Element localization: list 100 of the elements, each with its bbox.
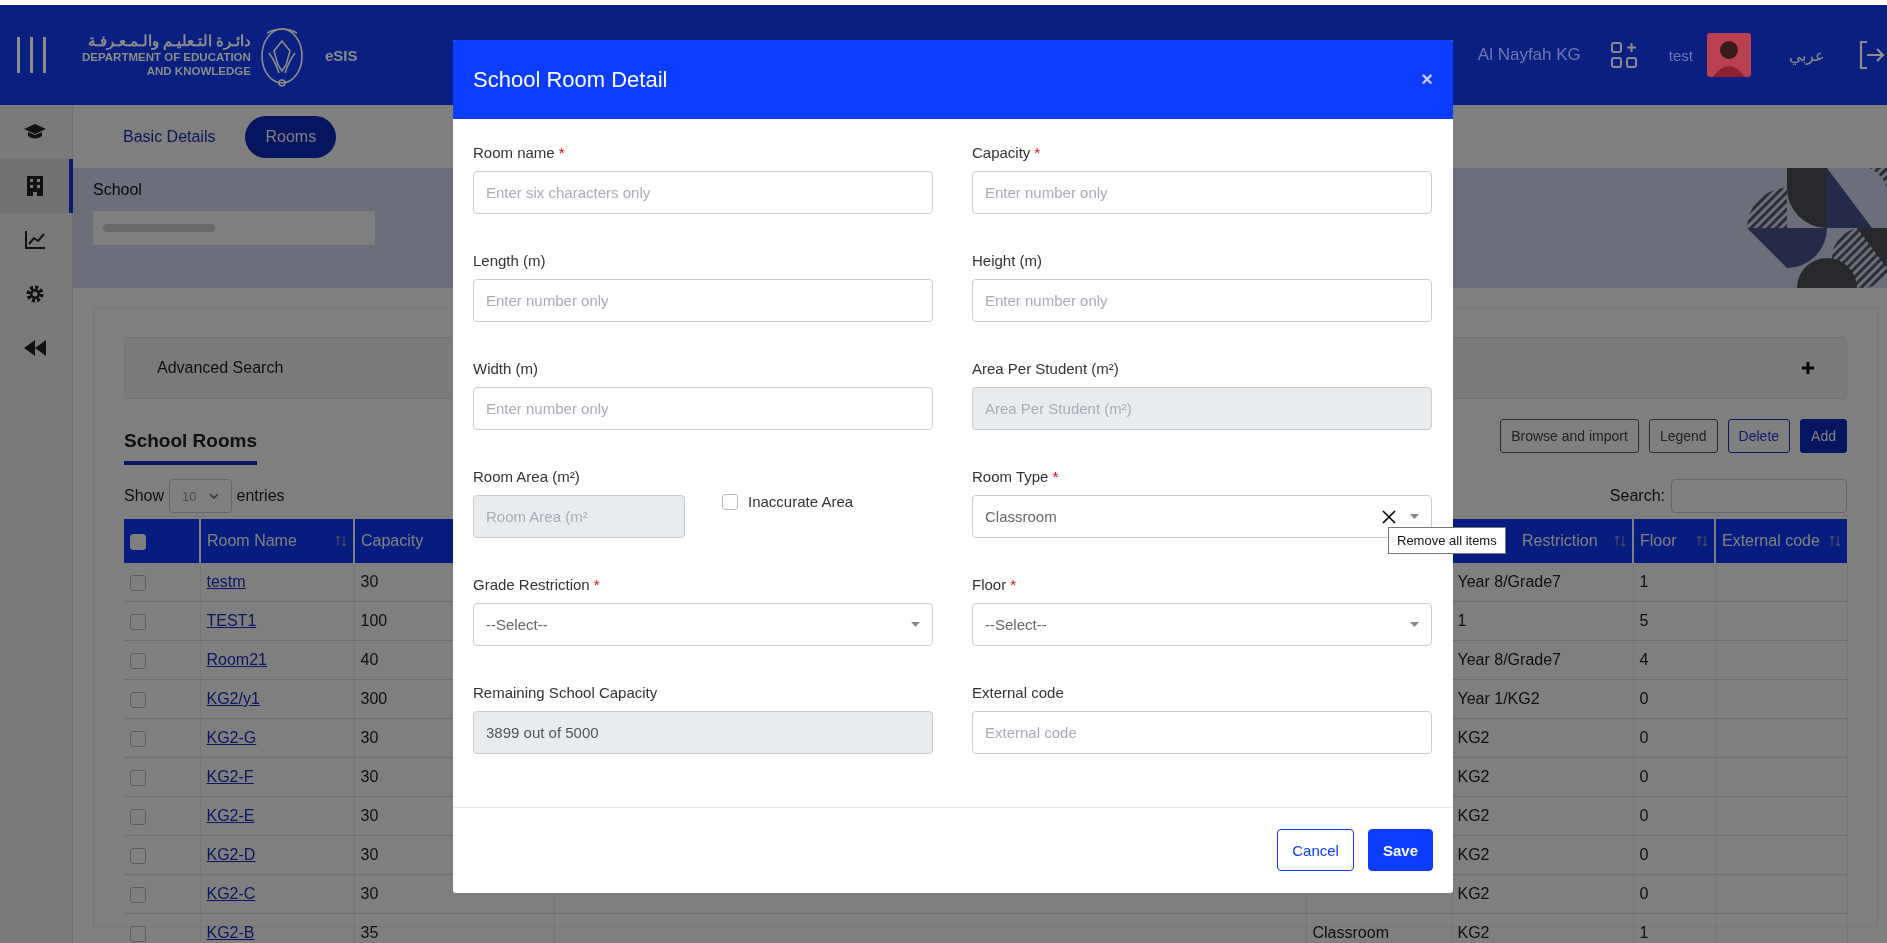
chevron-down-icon: [208, 493, 219, 499]
select-field[interactable]: --Select--: [473, 603, 933, 646]
input-field: Area Per Student (m²): [972, 387, 1432, 430]
table-cell: 0: [1639, 807, 1649, 824]
action-button[interactable]: Browse and import: [1500, 419, 1639, 453]
room-link[interactable]: KG2-D: [206, 846, 256, 863]
apps-icon[interactable]: [1610, 42, 1637, 68]
table-cell: Year 8/Grade7: [1457, 573, 1561, 590]
table-cell: 1: [1639, 924, 1649, 941]
row-checkbox[interactable]: [130, 691, 146, 708]
field-label: Room name *: [473, 144, 565, 161]
field-label: Floor *: [972, 576, 1017, 593]
select-all-checkbox[interactable]: [130, 533, 146, 550]
tab[interactable]: Basic Details: [103, 115, 236, 158]
room-link[interactable]: KG2-E: [206, 807, 255, 824]
table-cell: KG2: [1457, 807, 1490, 824]
table-cell: 30: [360, 729, 379, 746]
column-header[interactable]: Room Name: [200, 519, 354, 563]
action-button[interactable]: Add: [1800, 419, 1847, 453]
sort-icon: [1614, 535, 1626, 547]
settings-icon: [24, 284, 45, 304]
table-cell: 30: [360, 573, 379, 590]
input-field: 3899 out of 5000: [473, 711, 933, 754]
input-field[interactable]: External code: [972, 711, 1432, 754]
row-checkbox[interactable]: [130, 847, 146, 864]
row-checkbox[interactable]: [130, 574, 146, 591]
table-cell: 35: [360, 924, 379, 941]
table-cell: KG2: [1457, 846, 1490, 863]
checkbox[interactable]: [722, 493, 738, 510]
dropdown-arrow-icon: [1410, 514, 1419, 519]
room-link[interactable]: testm: [206, 573, 246, 590]
logo-text: DEPARTMENT OF EDUCATION: [82, 50, 251, 64]
table-cell: 30: [360, 768, 379, 785]
input-field[interactable]: Enter number only: [473, 279, 933, 322]
row-checkbox[interactable]: [130, 925, 146, 942]
action-button[interactable]: Legend: [1648, 419, 1718, 453]
field-label: Room Type *: [972, 468, 1059, 485]
row-checkbox[interactable]: [130, 652, 146, 669]
sidebar-item[interactable]: [0, 159, 73, 213]
field-label: Length (m): [473, 252, 546, 269]
table-cell: KG2: [1457, 729, 1490, 746]
column-header[interactable]: External code: [1715, 519, 1847, 563]
search-field[interactable]: [1671, 479, 1847, 513]
modal-title: School Room Detail: [473, 66, 668, 93]
row-checkbox[interactable]: [130, 730, 146, 747]
graduation-cap-icon: [23, 124, 46, 140]
language-link[interactable]: عربي: [1789, 45, 1825, 65]
table-cell: 30: [360, 885, 379, 902]
table-cell: 1: [1457, 612, 1467, 629]
table-cell: 0: [1639, 690, 1649, 707]
input-field[interactable]: Enter number only: [972, 279, 1432, 322]
table-cell: KG2: [1457, 885, 1490, 902]
input-field[interactable]: Enter six characters only: [473, 171, 933, 214]
table-cell: 40: [360, 651, 379, 668]
tooltip: Remove all items: [1388, 527, 1506, 554]
column-header[interactable]: Floor: [1633, 519, 1715, 563]
dropdown-arrow-icon: [911, 622, 920, 627]
advanced-search-label: Advanced Search: [157, 359, 284, 377]
field-label: External code: [972, 684, 1064, 701]
logout-icon[interactable]: [1857, 40, 1885, 70]
room-link[interactable]: KG2-B: [206, 924, 255, 941]
avatar[interactable]: [1707, 33, 1751, 77]
clear-icon[interactable]: [1382, 509, 1396, 524]
input-field[interactable]: Enter number only: [972, 171, 1432, 214]
action-button[interactable]: Delete: [1727, 419, 1791, 453]
tab[interactable]: Rooms: [245, 115, 337, 158]
table-cell: 4: [1639, 651, 1649, 668]
room-link[interactable]: KG2/y1: [206, 690, 260, 707]
input-field[interactable]: Enter number only: [473, 387, 933, 430]
close-button[interactable]: ×: [1421, 68, 1433, 91]
table-cell: 0: [1639, 885, 1649, 902]
field-label: Capacity *: [972, 144, 1041, 161]
app-name: eSIS: [324, 46, 358, 64]
table-cell: 0: [1639, 846, 1649, 863]
sort-icon: [1696, 535, 1708, 547]
table-cell: 300: [360, 690, 388, 707]
room-link[interactable]: TEST1: [206, 612, 257, 629]
user-name: test: [1668, 46, 1693, 64]
room-link[interactable]: Room21: [206, 651, 267, 668]
dialog-button[interactable]: Save: [1367, 829, 1433, 871]
field-label: Height (m): [972, 252, 1042, 269]
row-checkbox[interactable]: [130, 613, 146, 630]
room-link[interactable]: KG2-C: [206, 885, 256, 902]
row-checkbox[interactable]: [130, 769, 146, 786]
select-field[interactable]: --Select--: [972, 603, 1432, 646]
sort-icon: [335, 535, 347, 547]
table-cell: 5: [1639, 612, 1649, 629]
field-label: Width (m): [473, 360, 538, 377]
dialog-button[interactable]: Cancel: [1277, 829, 1354, 871]
dropdown-arrow-icon: [1410, 622, 1419, 627]
room-link[interactable]: KG2-F: [206, 768, 254, 785]
row-checkbox[interactable]: [130, 808, 146, 825]
building-icon: [26, 176, 43, 196]
rewind-icon: [23, 340, 46, 356]
checkbox-label: Inaccurate Area: [748, 493, 854, 510]
section-title: School Rooms: [124, 419, 257, 465]
row-checkbox[interactable]: [130, 886, 146, 903]
menu-icon[interactable]: [16, 37, 48, 73]
room-link[interactable]: KG2-G: [206, 729, 257, 746]
input-field: Room Area (m²: [473, 495, 685, 538]
